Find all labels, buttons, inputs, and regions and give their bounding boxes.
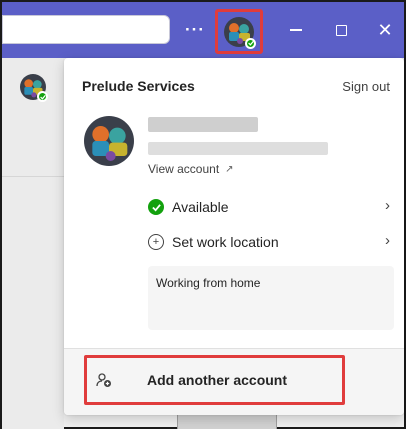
add-person-icon xyxy=(95,371,113,389)
location-add-icon: + xyxy=(148,234,164,250)
close-icon: ✕ xyxy=(377,19,393,40)
maximize-icon xyxy=(335,24,347,36)
chevron-right-icon: › xyxy=(385,232,390,249)
title-bar: ··· ✕ xyxy=(2,2,404,58)
view-account-link[interactable]: View account ↗ xyxy=(148,162,234,176)
view-account-label: View account xyxy=(148,162,220,176)
maximize-button[interactable] xyxy=(327,16,355,44)
presence-available-icon xyxy=(37,91,48,102)
background-sidebar xyxy=(2,58,64,429)
add-account-label: Add another account xyxy=(147,372,288,388)
card-footer: Add another account xyxy=(64,348,404,415)
presence-status-item[interactable]: Available › xyxy=(148,194,394,220)
background-content-peek xyxy=(177,415,277,429)
external-link-icon: ↗ xyxy=(225,163,234,175)
chevron-right-icon: › xyxy=(385,197,390,214)
work-location-item[interactable]: + Set work location › xyxy=(148,229,394,255)
redacted-user-name xyxy=(148,117,258,132)
redacted-user-email xyxy=(148,142,328,155)
divider xyxy=(2,176,64,177)
close-button[interactable]: ✕ xyxy=(371,16,399,44)
status-message-field[interactable]: Working from home xyxy=(148,266,394,330)
minimize-button[interactable] xyxy=(282,16,310,44)
more-options-button[interactable]: ··· xyxy=(182,17,208,43)
profile-photo[interactable] xyxy=(84,116,134,166)
account-flyout: Prelude Services Sign out View account ↗… xyxy=(64,58,404,415)
presence-label: Available xyxy=(172,199,229,215)
profile-avatar-button[interactable] xyxy=(215,9,263,54)
presence-available-icon xyxy=(245,37,256,49)
minimize-icon xyxy=(290,29,302,31)
sign-out-link[interactable]: Sign out xyxy=(342,79,390,94)
search-input[interactable] xyxy=(2,15,170,44)
add-account-button[interactable]: Add another account xyxy=(84,355,345,405)
work-location-label: Set work location xyxy=(172,234,279,250)
avatar-image-icon xyxy=(84,116,134,166)
org-name: Prelude Services xyxy=(82,78,195,94)
sidebar-avatar[interactable] xyxy=(20,74,48,102)
available-check-icon xyxy=(148,199,164,215)
avatar xyxy=(224,16,256,49)
